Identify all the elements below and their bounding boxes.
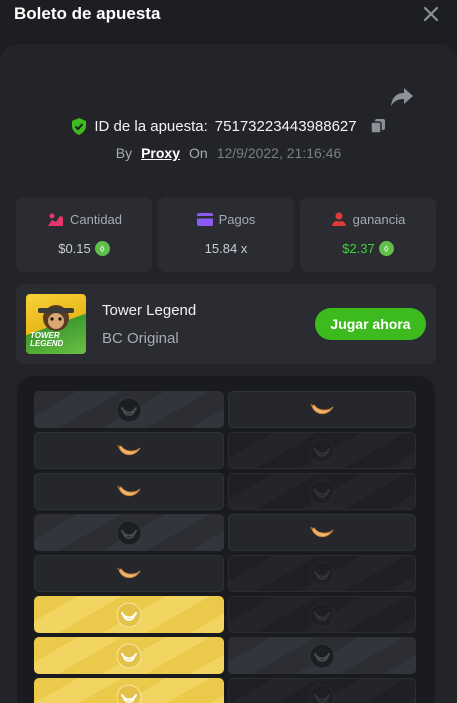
bet-id-value: 75173223443988627 (214, 117, 357, 135)
tile-gold (34, 678, 224, 703)
bomb-icon (116, 602, 142, 627)
tile-banana (34, 473, 224, 510)
tile-banana (34, 555, 224, 592)
banana-icon (310, 526, 334, 537)
play-now-button[interactable]: Jugar ahora (315, 308, 426, 340)
tower-board (17, 376, 435, 703)
coin-icon: ◊ (378, 241, 394, 256)
tower-grid (34, 391, 416, 703)
bomb-icon (309, 479, 335, 504)
share-icon[interactable] (390, 86, 414, 108)
header: Boleto de apuesta (0, 0, 457, 30)
bomb-icon (309, 643, 335, 668)
tile-banana (34, 432, 224, 469)
bet-amount-icon (47, 213, 63, 226)
bet-byline: By Proxy On 12/9/2022, 21:16:46 (0, 144, 457, 162)
bomb-icon (116, 397, 142, 422)
bomb-icon (309, 602, 335, 627)
tile-hidden (228, 678, 416, 703)
card-icon (196, 213, 213, 226)
tile-hidden (228, 596, 416, 633)
banana-icon (117, 567, 141, 578)
tile-hidden (228, 473, 416, 510)
tile-bomb (228, 637, 416, 674)
stat-payout: Pagos 15.84 x (158, 197, 294, 272)
profit-label: ganancia (352, 212, 406, 227)
game-thumb-text: TOWER LEGEND (30, 331, 64, 348)
bet-date: 12/9/2022, 21:16:46 (216, 145, 342, 161)
amount-label: Cantidad (69, 212, 123, 227)
copy-icon[interactable] (369, 118, 386, 134)
coin-icon: ◊ (94, 241, 110, 256)
tile-bomb (34, 514, 224, 551)
stat-profit: ganancia $2.37 ◊ (300, 197, 436, 272)
stats-row: Cantidad $0.15 ◊ Pagos 15.84 x ganancia (16, 197, 436, 272)
bomb-icon (116, 684, 142, 703)
tile-hidden (228, 432, 416, 469)
payout-value: 15.84 x (204, 241, 248, 256)
bomb-icon (309, 684, 335, 703)
banana-icon (117, 444, 141, 455)
game-provider: BC Original (102, 330, 179, 347)
tile-banana (228, 391, 416, 428)
bomb-icon (116, 643, 142, 668)
banana-icon (310, 403, 334, 414)
profit-icon (331, 212, 346, 226)
on-label: On (189, 145, 208, 161)
by-label: By (115, 145, 133, 161)
tile-banana (228, 514, 416, 551)
bet-id-label: ID de la apuesta: (94, 117, 208, 135)
bomb-icon (309, 561, 335, 586)
banana-icon (117, 485, 141, 496)
tile-gold (34, 637, 224, 674)
modal-title: Boleto de apuesta (14, 4, 161, 23)
game-thumbnail[interactable]: TOWER LEGEND (26, 294, 86, 354)
bet-id-row: ID de la apuesta: 75173223443988627 (0, 116, 457, 136)
profit-value: $2.37 (342, 241, 375, 256)
payout-label: Pagos (218, 212, 256, 227)
game-name: Tower Legend (102, 302, 197, 319)
bomb-icon (309, 438, 335, 463)
close-icon[interactable] (421, 4, 441, 24)
stat-amount: Cantidad $0.15 ◊ (16, 197, 152, 272)
verified-shield-icon (72, 117, 87, 135)
tile-bomb (34, 391, 224, 428)
user-link[interactable]: Proxy (141, 145, 180, 161)
tile-gold (34, 596, 224, 633)
tile-hidden (228, 555, 416, 592)
bomb-icon (116, 520, 142, 545)
game-card: TOWER LEGEND Tower Legend BC Original Ju… (16, 284, 436, 364)
amount-value: $0.15 (58, 241, 91, 256)
